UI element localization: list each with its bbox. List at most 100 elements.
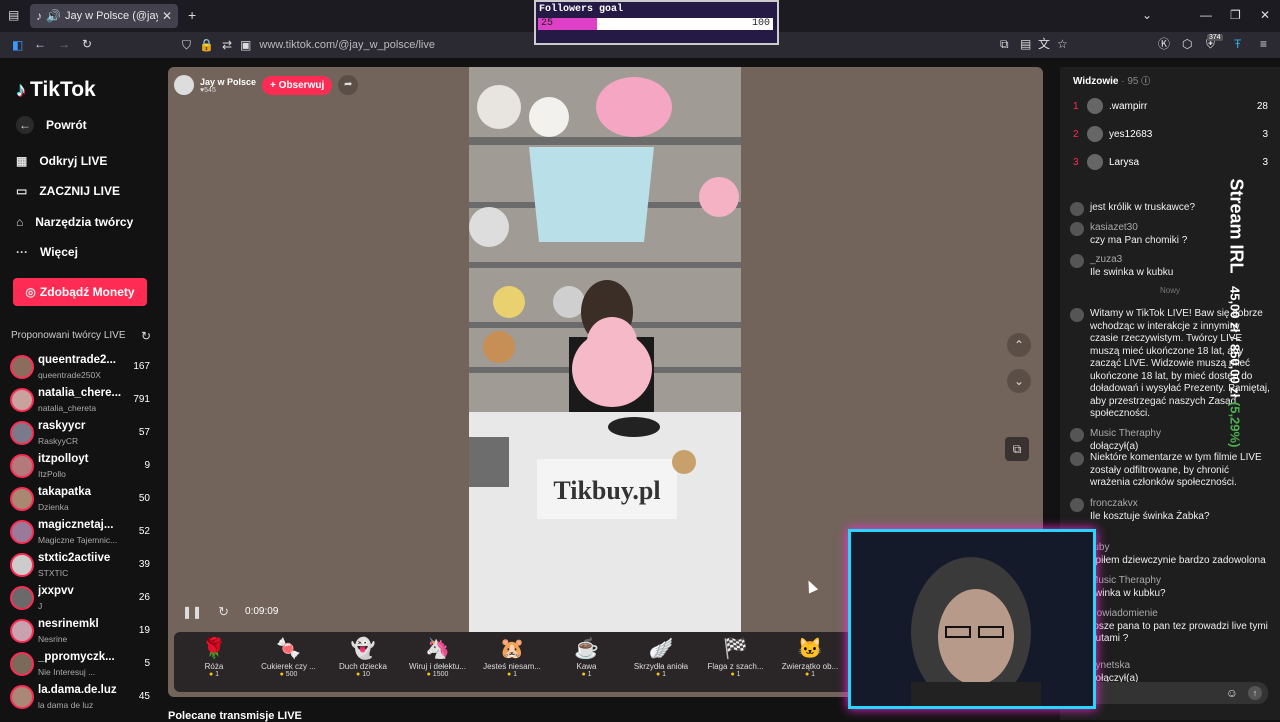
camera-icon[interactable]: ▣ (240, 39, 251, 51)
browser-tab[interactable]: ♪ 🔊 Jay w Polsce (@jay_w_polsce) ✕ (30, 4, 178, 28)
extensions-icon[interactable]: ⬡ (1182, 38, 1192, 50)
refresh-stream-icon[interactable]: ↻ (218, 605, 229, 618)
nav-zacznij-live[interactable]: ▭ ZACZNIJ LIVE (16, 184, 120, 198)
chat-input[interactable]: ☺ ↑ (1072, 682, 1268, 704)
chat-user[interactable]: Music Theraphy (1090, 575, 1270, 588)
creator-item[interactable]: takapatka Dzienka 50 (10, 485, 152, 517)
chevron-down-icon[interactable]: ⌄ (1142, 9, 1152, 21)
gift-name: Flaga z szach... (707, 662, 764, 671)
chat-avatar[interactable] (1070, 202, 1084, 216)
bookmark-star-icon[interactable]: ☆ (1057, 38, 1068, 50)
chat-avatar[interactable] (1070, 498, 1084, 512)
chat-avatar[interactable] (1070, 308, 1084, 322)
tiktok-logo[interactable]: ♪ TikTok (16, 78, 96, 102)
lock-icon[interactable]: 🔒 (199, 39, 214, 51)
irl-goal: 850,00 zł (1227, 343, 1243, 398)
close-tab-icon[interactable]: ✕ (162, 10, 172, 22)
chat-avatar[interactable] (1070, 428, 1084, 442)
restore-icon[interactable]: ❐ (1230, 9, 1241, 21)
chat-user[interactable]: ruby (1090, 542, 1270, 555)
creator-item[interactable]: nesrinemkl Nesrine 19 (10, 617, 152, 649)
back-link[interactable]: ← Powrót (16, 116, 87, 134)
chat-avatar[interactable] (1070, 452, 1084, 466)
creator-name: natalia_chere... (38, 387, 122, 399)
info-icon[interactable]: ⓘ (1141, 77, 1150, 86)
creator-item[interactable]: stxtic2actiive STXTIC 39 (10, 551, 152, 583)
close-window-icon[interactable]: ✕ (1260, 9, 1270, 21)
gift-icon: 🐹 (499, 638, 525, 660)
creator-item[interactable]: itzpolloyt ItzPollo 9 (10, 452, 152, 484)
share-icon[interactable]: ➦ (338, 75, 359, 95)
back-arrow-icon[interactable]: ← (34, 38, 46, 50)
tab-list-icon[interactable]: ▤ (8, 9, 19, 21)
home-icon: ⌂ (16, 215, 24, 229)
gift-item[interactable]: 🍬 Cukierek czy ... ● 500 (254, 636, 324, 678)
host-avatar[interactable] (174, 75, 194, 95)
chat-user[interactable]: dynetska (1090, 660, 1270, 673)
live-video[interactable]: Tikbuy.pl (469, 67, 741, 632)
get-coins-button[interactable]: ◎ Zdobądź Monety (13, 278, 147, 306)
translate-icon[interactable]: 文 (1038, 38, 1050, 50)
gift-item[interactable]: 🐹 Jesteś niesam... ● 1 (477, 636, 547, 678)
chat-user[interactable]: Powiadomienie (1090, 608, 1270, 621)
follow-button[interactable]: + Obserwuj (262, 75, 333, 95)
gift-item[interactable]: 🌹 Róża ● 1 (179, 636, 249, 678)
chat-avatar[interactable] (1070, 254, 1084, 268)
creator-item[interactable]: la.dama.de.luz la dama de luz 45 (10, 683, 152, 715)
tab-title: Jay w Polsce (@jay_w_polsce) (64, 10, 158, 22)
chevron-up-icon[interactable]: ⌃ (1007, 333, 1031, 357)
creator-sub: la dama de luz (38, 700, 94, 710)
player-controls: ❚❚ ↻ 0:09:09 (182, 605, 278, 618)
menu-icon[interactable]: ≡ (1260, 38, 1267, 50)
creator-item[interactable]: _ppromyczk... Nie Interesuj ... 5 (10, 650, 152, 682)
sidebar-toggle-icon[interactable]: ◧ (12, 39, 23, 51)
gift-item[interactable]: 🪽 Skrzydła anioła ● 1 (626, 636, 696, 678)
creator-item[interactable]: jxxpvv J 26 (10, 584, 152, 616)
creator-viewers: 45 (138, 691, 150, 702)
host-name[interactable]: Jay w Polsce (200, 77, 256, 87)
nav-wiecej[interactable]: ··· Więcej (16, 245, 78, 259)
reader-icon[interactable]: ▤ (1020, 38, 1031, 50)
gift-price: 1 (215, 671, 220, 678)
gift-item[interactable]: 🦄 Wiruj i dełektu... ● 1500 (403, 636, 473, 678)
creator-item[interactable]: raskyycr RaskyyCR 57 (10, 419, 152, 451)
creator-item[interactable]: queentrade2... queentrade250X 167 (10, 353, 152, 385)
top-viewer-row[interactable]: 3 Larysa 3 (1073, 154, 1268, 170)
top-viewer-row[interactable]: 1 .wampirr 28 (1073, 98, 1268, 114)
new-tab-icon[interactable]: + (188, 8, 196, 22)
chat-message: fronczakvx Ile kosztuje świnka Żabka? (1070, 498, 1270, 523)
nav-odkryj-live[interactable]: ▦ Odkryj LIVE (16, 154, 107, 168)
audio-icon[interactable]: 🔊 (46, 10, 61, 22)
gift-item[interactable]: ☕ Kawa ● 1 (552, 636, 622, 678)
mini-player-icon[interactable]: ⧉ (1005, 437, 1029, 461)
pause-icon[interactable]: ❚❚ (182, 606, 202, 618)
refresh-icon[interactable]: ↻ (141, 330, 151, 342)
permissions-icon[interactable]: ⇄ (222, 39, 232, 51)
gift-icon: ☕ (574, 638, 599, 660)
extension-t-icon[interactable]: Ŧ (1234, 38, 1241, 50)
nav-narzedzia[interactable]: ⌂ Narzędzia twórcy (16, 215, 133, 229)
gift-item[interactable]: 👻 Duch dziecka ● 10 (328, 636, 398, 678)
forward-arrow-icon[interactable]: → (58, 38, 70, 50)
top-viewer-row[interactable]: 2 yes12683 3 (1073, 126, 1268, 142)
viewer-rank: 3 (1073, 156, 1079, 168)
send-icon[interactable]: ↑ (1248, 686, 1262, 700)
chat-avatar[interactable] (1070, 222, 1084, 236)
screenshot-icon[interactable]: ⧉ (1000, 38, 1009, 50)
reload-icon[interactable]: ↻ (82, 38, 92, 50)
shield-icon[interactable]: ⛉ (182, 39, 191, 51)
chat-user[interactable]: fronczakvx (1090, 498, 1270, 511)
creator-item[interactable]: magicznetaj... Magiczne Tajemnic... 52 (10, 518, 152, 550)
viewer-score: 28 (1256, 100, 1268, 112)
emoji-icon[interactable]: ☺ (1226, 687, 1238, 699)
gift-item[interactable]: 🏁 Flaga z szach... ● 1 (701, 636, 771, 678)
gift-item[interactable]: 🐱 Zwierzątko ob... ● 1 (775, 636, 845, 678)
url-text[interactable]: www.tiktok.com/@jay_w_polsce/live (259, 39, 435, 51)
creator-sub: ItzPollo (38, 469, 66, 479)
creator-avatar (10, 553, 34, 577)
creator-item[interactable]: natalia_chere... natalia_chereta 791 (10, 386, 152, 418)
extension-k-icon[interactable]: Ⓚ (1158, 38, 1170, 50)
minimize-icon[interactable]: — (1200, 9, 1212, 21)
chevron-down-nav-icon[interactable]: ⌄ (1007, 369, 1031, 393)
back-label: Powrót (46, 118, 87, 132)
